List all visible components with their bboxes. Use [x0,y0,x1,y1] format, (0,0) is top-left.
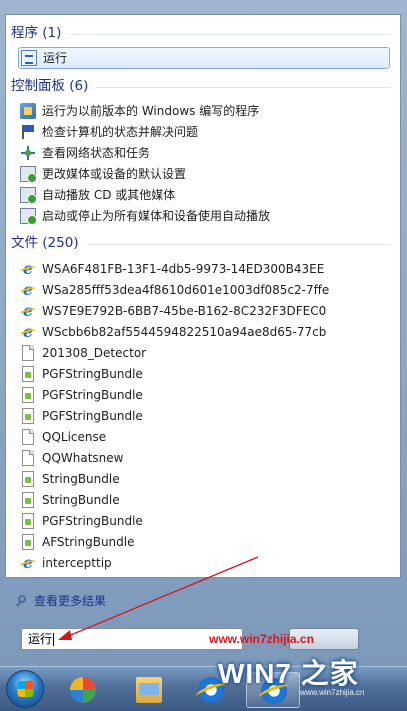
document-icon [22,450,34,466]
divider [86,243,391,245]
file-item[interactable]: e WSa285fff53dea4f8610d601e1003df085c2-7… [20,280,390,300]
folder-icon [136,677,162,703]
group-header-programs[interactable]: 程序 (1) [11,24,391,42]
result-label: 运行 [43,51,68,65]
app-orb-icon [70,677,96,703]
file-item[interactable]: e WScbb6b82af5544594822510a94ae8d65-77cb [20,322,390,342]
document-icon [22,429,34,445]
result-item-run[interactable]: 运行 [18,47,390,69]
result-label: 启动或停止为所有媒体和设备使用自动播放 [42,209,271,223]
autoplay-icon [20,208,37,225]
result-label: AFStringBundle [42,535,135,549]
autoplay-icon [20,166,37,183]
ie-icon: e [20,261,36,277]
result-label: 201308_Detector [42,346,147,360]
bundle-icon [22,408,34,424]
group-header-control-panel[interactable]: 控制面板 (6) [11,77,391,95]
group-header-files[interactable]: 文件 (250) [11,234,391,252]
file-item[interactable]: PGFStringBundle [20,364,390,384]
file-item[interactable]: 201308_Detector [20,343,390,363]
ie-icon: e [20,282,36,298]
bundle-icon [22,387,34,403]
file-item[interactable]: e intercepttip [20,553,390,573]
result-label: QQLicense [42,430,107,444]
search-input-value: 运行 [28,632,53,646]
file-item[interactable]: QQWhatsnew [20,448,390,468]
taskbar-explorer-button[interactable] [122,672,176,708]
result-label: 自动播放 CD 或其他媒体 [42,188,176,202]
result-label: StringBundle [42,472,120,486]
group-header-label: 程序 (1) [11,25,62,41]
bundle-icon [22,471,34,487]
watermark-url: www.win7zhijia.cn [209,632,314,646]
result-label: PGFStringBundle [42,514,143,528]
file-item[interactable]: PGFStringBundle [20,385,390,405]
result-item[interactable]: 更改媒体或设备的默认设置 [20,164,390,184]
group-header-label: 控制面板 (6) [11,78,89,94]
result-label: WSa285fff53dea4f8610d601e1003df085c2-7ff… [42,283,330,297]
result-item[interactable]: 查看网络状态和任务 [20,143,390,163]
result-label: StringBundle [42,493,120,507]
start-button[interactable] [6,670,44,708]
compatibility-icon [20,103,36,119]
watermark-site: www.win7zhijia.cn [300,688,365,697]
group-header-label: 文件 (250) [11,235,79,251]
result-label: WSA6F481FB-13F1-4db5-9973-14ED300B43EE [42,262,325,276]
result-label: 查看网络状态和任务 [42,146,151,160]
result-label: PGFStringBundle [42,409,143,423]
document-icon [22,345,34,361]
result-label: QQWhatsnew [42,451,124,465]
file-item[interactable]: StringBundle [20,490,390,510]
search-icon [15,594,29,608]
result-item[interactable]: 检查计算机的状态并解决问题 [20,122,390,142]
file-item[interactable]: AFStringBundle [20,532,390,552]
autoplay-icon [20,187,37,204]
result-label: WScbb6b82af5544594822510a94ae8d65-77cb [42,325,327,339]
file-item[interactable]: StringBundle [20,469,390,489]
ie-icon: e [20,303,36,319]
result-label: intercepttip [42,556,112,570]
ie-icon: e [20,324,36,340]
bundle-icon [22,534,34,550]
result-label: 运行为以前版本的 Windows 编写的程序 [42,104,260,118]
file-item[interactable]: QQLicense [20,427,390,447]
divider [69,33,391,35]
watermark-logo: WIN7 之家 [218,658,359,689]
network-icon [20,145,36,161]
see-more-results-label: 查看更多结果 [34,594,107,608]
taskbar-app-button[interactable] [56,672,110,708]
bundle-icon [22,492,34,508]
text-caret [53,633,55,646]
result-label: PGFStringBundle [42,367,143,381]
bundle-icon [22,513,34,529]
result-item[interactable]: 自动播放 CD 或其他媒体 [20,185,390,205]
see-more-results-link[interactable]: 查看更多结果 [15,592,106,610]
divider [96,86,391,88]
run-icon [21,50,37,66]
action-center-flag-icon [20,124,36,140]
result-item[interactable]: 运行为以前版本的 Windows 编写的程序 [20,101,390,121]
result-label: PGFStringBundle [42,388,143,402]
result-label: 更改媒体或设备的默认设置 [42,167,187,181]
bundle-icon [22,366,34,382]
file-item[interactable]: e WS7E9E792B-6BB7-45be-B162-8C232F3DFEC0 [20,301,390,321]
result-label: 检查计算机的状态并解决问题 [42,125,199,139]
file-item[interactable]: e WSA6F481FB-13F1-4db5-9973-14ED300B43EE [20,259,390,279]
result-label: WS7E9E792B-6BB7-45be-B162-8C232F3DFEC0 [42,304,327,318]
file-item[interactable]: PGFStringBundle [20,511,390,531]
result-item[interactable]: 启动或停止为所有媒体和设备使用自动播放 [20,206,390,226]
file-item[interactable]: PGFStringBundle [20,406,390,426]
ie-icon: e [20,555,36,571]
